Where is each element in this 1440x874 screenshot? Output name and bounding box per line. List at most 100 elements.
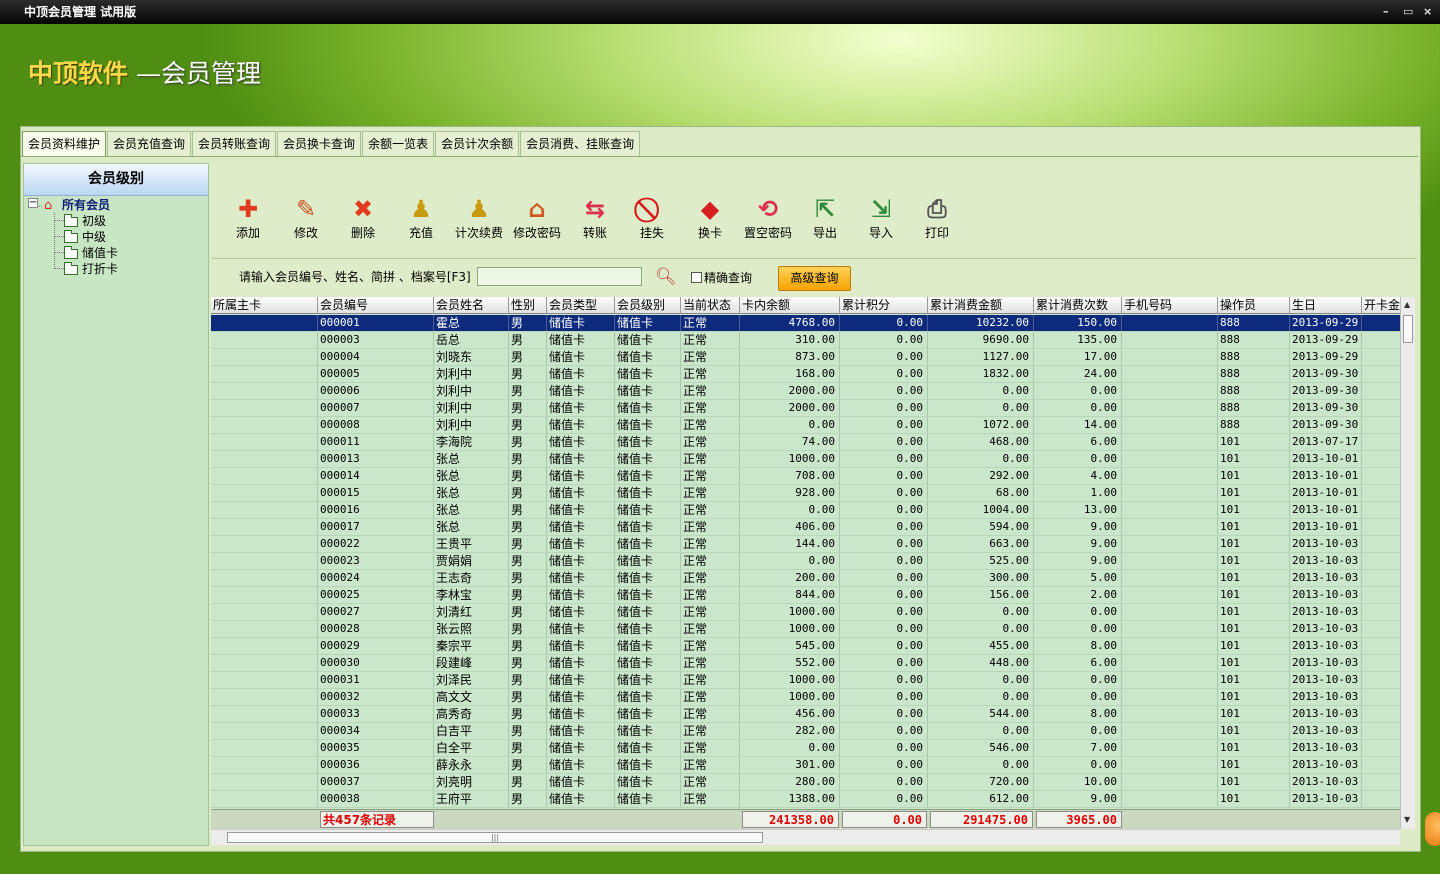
table-cell: 74.00: [740, 434, 840, 450]
column-header[interactable]: 所属主卡: [211, 297, 318, 314]
table-row[interactable]: 000006 刘利中男储值卡 储值卡 正常 2000.00 0.00 0.00 0.00 888…: [211, 383, 1402, 400]
column-header[interactable]: 累计积分: [840, 297, 928, 314]
horizontal-scrollbar[interactable]: |||: [211, 829, 1400, 845]
toolbar-button-11[interactable]: ⇱ 导出: [797, 193, 853, 241]
table-row[interactable]: 000005 刘利中男储值卡 储值卡 正常 168.00 0.00 1832.00 24.00…: [211, 366, 1402, 383]
table-cell: [211, 604, 318, 620]
tree-item-discount[interactable]: 打折卡: [64, 261, 118, 277]
tab-2[interactable]: 会员充值查询: [107, 131, 192, 157]
toolbar-button-10[interactable]: ⟲ 置空密码: [740, 193, 796, 241]
table-cell: 1000.00: [740, 451, 840, 467]
table-row[interactable]: 000030 段建峰男储值卡 储值卡 正常 552.00 0.00 448.00 6.00 10…: [211, 655, 1402, 672]
column-header[interactable]: 操作员: [1218, 297, 1290, 314]
table-row[interactable]: 000033 高秀奇男储值卡 储值卡 正常 456.00 0.00 544.00 8.00 10…: [211, 706, 1402, 723]
advanced-search-button[interactable]: 高级查询: [778, 266, 851, 291]
table-row[interactable]: 000025 李林宝男储值卡 储值卡 正常 844.00 0.00 156.00 2.00 10…: [211, 587, 1402, 604]
table-row[interactable]: 000027 刘清红男储值卡 储值卡 正常 1000.00 0.00 0.00 0.00 101…: [211, 604, 1402, 621]
table-row[interactable]: 000015 张总男储值卡 储值卡 正常 928.00 0.00 68.00 1.00 101 2…: [211, 485, 1402, 502]
table-row[interactable]: 000022 王贵平男储值卡 储值卡 正常 144.00 0.00 663.00 9.00 10…: [211, 536, 1402, 553]
toolbar-button-5[interactable]: ♟ 计次续费: [451, 193, 507, 241]
table-row[interactable]: 000014 张总男储值卡 储值卡 正常 708.00 0.00 292.00 4.00 101…: [211, 468, 1402, 485]
tab-1[interactable]: 会员资料维护: [22, 131, 107, 157]
table-row[interactable]: 000035 白全平男储值卡 储值卡 正常 0.00 0.00 546.00 7.00 101 2…: [211, 740, 1402, 757]
tree-root-all-members[interactable]: ⌂ 所有会员: [44, 197, 110, 213]
tab-4[interactable]: 会员换卡查询: [277, 131, 362, 157]
toolbar-button-6[interactable]: ⌂ 修改密码: [509, 193, 565, 241]
table-row[interactable]: 000037 刘亮明男储值卡 储值卡 正常 280.00 0.00 720.00 10.00 1…: [211, 774, 1402, 791]
table-row[interactable]: 000001 霍总男储值卡 储值卡 正常 4768.00 0.00 10232.00 150.…: [211, 315, 1402, 332]
toolbar-button-4[interactable]: ♟ 充值: [393, 193, 449, 241]
tab-6[interactable]: 会员计次余额: [435, 131, 520, 157]
table-row[interactable]: 000004 刘晓东男储值卡 储值卡 正常 873.00 0.00 1127.00 17.00…: [211, 349, 1402, 366]
toolbar-button-12[interactable]: ⇲ 导入: [853, 193, 909, 241]
table-row[interactable]: 000008 刘利中男储值卡 储值卡 正常 0.00 0.00 1072.00 14.00 88…: [211, 417, 1402, 434]
table-row[interactable]: 000017 张总男储值卡 储值卡 正常 406.00 0.00 594.00 9.00 101…: [211, 519, 1402, 536]
close-button[interactable]: ×: [1423, 0, 1432, 24]
table-row[interactable]: 000023 贾娟娟男储值卡 储值卡 正常 0.00 0.00 525.00 9.00 101 2…: [211, 553, 1402, 570]
column-header[interactable]: 卡内余额: [740, 297, 840, 314]
table-row[interactable]: 000028 张云照男储值卡 储值卡 正常 1000.00 0.00 0.00 0.00 101…: [211, 621, 1402, 638]
column-header[interactable]: 手机号码: [1122, 297, 1218, 314]
table-row[interactable]: 000016 张总男储值卡 储值卡 正常 0.00 0.00 1004.00 13.00 101…: [211, 502, 1402, 519]
table-cell: 0.00: [928, 451, 1034, 467]
column-header[interactable]: 生日: [1290, 297, 1362, 314]
tree-collapse-toggle[interactable]: −: [28, 198, 38, 208]
table-row[interactable]: 000029 秦宗平男储值卡 储值卡 正常 545.00 0.00 455.00 8.00 10…: [211, 638, 1402, 655]
toolbar-button-13[interactable]: ⎙ 打印: [909, 193, 965, 241]
scroll-down-arrow-icon[interactable]: ▼: [1404, 815, 1410, 824]
tab-7[interactable]: 会员消费、挂账查询: [520, 131, 641, 157]
tree-item-stored-value[interactable]: 储值卡: [64, 245, 118, 261]
table-row[interactable]: 000003 岳总男储值卡 储值卡 正常 310.00 0.00 9690.00 135.00…: [211, 332, 1402, 349]
table-cell: [211, 723, 318, 739]
toolbar-button-1[interactable]: ✚ 添加: [220, 193, 276, 241]
table-cell: 1127.00: [928, 349, 1034, 365]
table-row[interactable]: 000038 王府平男储值卡 储值卡 正常 1388.00 0.00 612.00 9.00 1…: [211, 791, 1402, 808]
magnifier-icon[interactable]: 🔍︎: [655, 267, 677, 287]
table-cell: 612.00: [928, 791, 1034, 807]
column-header[interactable]: 开卡金: [1362, 297, 1402, 314]
column-header[interactable]: 会员级别: [615, 297, 681, 314]
column-header[interactable]: 性别: [509, 297, 547, 314]
scroll-up-arrow-icon[interactable]: ▲: [1404, 300, 1410, 309]
folder-icon: [64, 229, 78, 243]
table-row[interactable]: 000034 白吉平男储值卡 储值卡 正常 282.00 0.00 0.00 0.00 101 2…: [211, 723, 1402, 740]
tree-item-level-2[interactable]: 中级: [64, 229, 106, 245]
table-row[interactable]: 000036 薛永永男储值卡 储值卡 正常 301.00 0.00 0.00 0.00 101 2…: [211, 757, 1402, 774]
table-row[interactable]: 000011 李海院男储值卡 储值卡 正常 74.00 0.00 468.00 6.00 101…: [211, 434, 1402, 451]
table-cell: 888: [1218, 417, 1290, 433]
floating-assistant-icon[interactable]: [1425, 812, 1440, 846]
table-row[interactable]: 000013 张总男储值卡 储值卡 正常 1000.00 0.00 0.00 0.00 101 2…: [211, 451, 1402, 468]
vertical-scrollbar[interactable]: ▲ ▼: [1400, 297, 1415, 829]
toolbar-button-2[interactable]: ✎ 修改: [278, 193, 334, 241]
table-cell: 男: [509, 485, 547, 501]
tab-3[interactable]: 会员转账查询: [192, 131, 277, 157]
table-cell: 储值卡: [547, 672, 615, 688]
column-header[interactable]: 会员编号: [318, 297, 434, 314]
table-row[interactable]: 000031 刘泽民男储值卡 储值卡 正常 1000.00 0.00 0.00 0.00 101…: [211, 672, 1402, 689]
column-header[interactable]: 会员类型: [547, 297, 615, 314]
column-header[interactable]: 累计消费金额: [928, 297, 1034, 314]
checkbox-box[interactable]: [691, 272, 702, 283]
minimize-button[interactable]: –: [1383, 0, 1389, 24]
column-header[interactable]: 累计消费次数: [1034, 297, 1122, 314]
toolbar-button-3[interactable]: ✖ 删除: [335, 193, 391, 241]
swap-card-icon: ◆: [700, 195, 720, 223]
points-total: 0.00: [842, 811, 927, 828]
maximize-button[interactable]: ▭: [1403, 0, 1413, 24]
search-input[interactable]: [477, 267, 642, 286]
table-cell: 101: [1218, 638, 1290, 654]
tab-divider: [21, 156, 1418, 157]
column-header[interactable]: 当前状态: [681, 297, 740, 314]
toolbar-button-7[interactable]: ⇆ 转账: [567, 193, 623, 241]
table-row[interactable]: 000007 刘利中男储值卡 储值卡 正常 2000.00 0.00 0.00 0.00 888…: [211, 400, 1402, 417]
tree-item-level-1[interactable]: 初级: [64, 213, 106, 229]
toolbar-button-9[interactable]: ◆ 换卡: [682, 193, 738, 241]
column-header[interactable]: 会员姓名: [434, 297, 509, 314]
exact-search-checkbox[interactable]: 精确查询: [691, 269, 752, 286]
horizontal-scroll-thumb[interactable]: |||: [227, 832, 763, 843]
table-row[interactable]: 000032 高文文男储值卡 储值卡 正常 1000.00 0.00 0.00 0.00 101…: [211, 689, 1402, 706]
vertical-scroll-thumb[interactable]: [1403, 315, 1413, 343]
tab-5[interactable]: 余额一览表: [362, 131, 435, 157]
table-row[interactable]: 000024 王志奇男储值卡 储值卡 正常 200.00 0.00 300.00 5.00 10…: [211, 570, 1402, 587]
toolbar-button-8[interactable]: ⃠挂失: [624, 193, 680, 241]
